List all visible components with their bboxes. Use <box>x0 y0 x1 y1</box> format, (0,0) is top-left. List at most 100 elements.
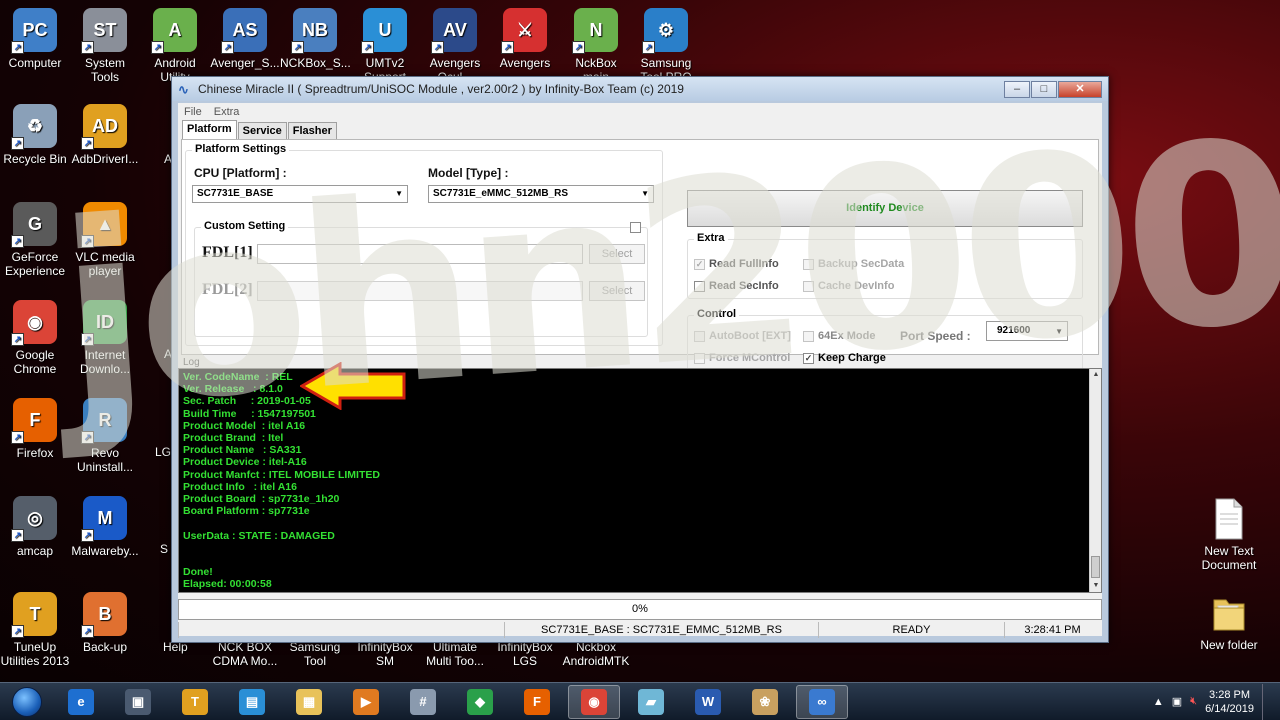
close-button[interactable]: ✕ <box>1058 80 1102 98</box>
desktop-icon-new-text-document[interactable]: New Text Document <box>1189 498 1269 572</box>
desktop-icon-label-partial[interactable]: NCK BOX CDMA Mo... <box>210 640 280 668</box>
desktop-icon-top-1[interactable]: ST ↗ System Tools <box>70 8 140 84</box>
scroll-down-icon[interactable]: ▼ <box>1090 580 1101 592</box>
menu-extra[interactable]: Extra <box>214 106 240 118</box>
taskbar-item-internet-explorer[interactable]: e <box>55 685 107 719</box>
taskbar-item-app-2[interactable]: ▣ <box>112 685 164 719</box>
taskbar-item-toolbox[interactable]: ▤ <box>226 685 278 719</box>
checkbox-icon: ✓ <box>694 258 705 270</box>
desktop-icon-top-5[interactable]: U↗UMTv2 Support <box>350 8 420 84</box>
app-icon: ♻ ↗ <box>11 104 57 150</box>
volume-mute-icon[interactable]: 🔇︎ <box>1190 695 1197 708</box>
desktop-icon-col2-4[interactable]: M ↗ Malwareby... <box>70 496 140 558</box>
tray-expand-icon[interactable]: ▲ <box>1153 696 1164 708</box>
desktop-icon-col2-1[interactable]: ▲ ↗ VLC media player <box>70 202 140 278</box>
read-secinfo-checkbox[interactable]: Read SecInfo <box>694 280 779 292</box>
desktop-icon-label-partial[interactable]: Samsung Tool <box>280 640 350 668</box>
network-icon[interactable]: ▣ <box>1172 695 1182 708</box>
desktop-icon-col1-2[interactable]: ◉ ↗ Google Chrome <box>0 300 70 376</box>
desktop-icon-col1-0[interactable]: ♻ ↗ Recycle Bin <box>0 104 70 166</box>
platform-panel: Platform Settings CPU [Platform] : SC773… <box>181 139 1099 375</box>
scroll-thumb[interactable] <box>1091 556 1100 578</box>
fdl1-input[interactable] <box>257 244 583 264</box>
taskbar-item-media[interactable]: ▶ <box>340 685 392 719</box>
shortcut-arrow-icon: ↗ <box>11 333 24 346</box>
desktop-icon-top-6[interactable]: AV↗Avengers Ocul... <box>420 8 490 84</box>
taskbar-item-word[interactable]: W <box>682 685 734 719</box>
custom-setting-checkbox[interactable] <box>630 222 645 233</box>
log-line: Board Platform : sp7731e <box>183 505 310 518</box>
shortcut-arrow-icon: ↗ <box>572 41 585 54</box>
desktop-icon-col1-5[interactable]: T ↗ TuneUp Utilities 2013 <box>0 592 70 668</box>
calculator-icon: # <box>410 688 436 715</box>
taskbar-item-firefox[interactable]: F <box>511 685 563 719</box>
backup-secdata-checkbox[interactable]: Backup SecData <box>803 258 904 270</box>
mode-64ex-label: 64Ex Mode <box>818 330 876 342</box>
desktop-icon-label: New folder <box>1200 638 1258 652</box>
desktop-icon-col1-1[interactable]: G ↗ GeForce Experience <box>0 202 70 278</box>
desktop-icon-top-2[interactable]: A↗Android Utility <box>140 8 210 84</box>
windows-logo-icon <box>12 686 42 717</box>
autoboot-checkbox[interactable]: AutoBoot [EXT] <box>694 330 791 342</box>
fdl2-label: FDL[2] <box>202 281 253 298</box>
port-speed-select[interactable]: 921600 ▼ <box>986 321 1068 341</box>
desktop-icon-top-8[interactable]: N↗NckBox main <box>561 8 631 84</box>
cache-devinfo-checkbox[interactable]: Cache DevInfo <box>803 280 894 292</box>
taskbar-item-infinity[interactable]: ∞ <box>796 684 848 719</box>
desktop-icon-new-folder[interactable]: New folder <box>1189 592 1269 652</box>
checkbox-icon <box>803 330 814 342</box>
desktop-icon-top-0[interactable]: PC ↗ Computer <box>0 8 70 70</box>
minimize-button[interactable]: – <box>1004 80 1030 98</box>
desktop-icon-label-partial[interactable]: Ultimate Multi Too... <box>420 640 490 668</box>
desktop-icon-col2-5[interactable]: B ↗ Back-up <box>70 592 140 654</box>
desktop-icon-col2-3[interactable]: R ↗ Revo Uninstall... <box>70 398 140 474</box>
tab-service[interactable]: Service <box>237 122 287 139</box>
menu-file[interactable]: File <box>184 106 202 118</box>
cpu-select[interactable]: SC7731E_BASE ▼ <box>192 185 408 203</box>
desktop-icon-col1-3[interactable]: F ↗ Firefox <box>0 398 70 460</box>
taskbar-item-paint[interactable]: ❀ <box>739 685 791 719</box>
keep-charge-checkbox[interactable]: ✓ Keep Charge <box>803 352 886 364</box>
dropdown-arrow-icon: ▼ <box>395 189 403 198</box>
log-scrollbar[interactable]: ▲ ▼ <box>1089 369 1101 592</box>
desktop-icon-label-partial[interactable]: InfinityBox LGS <box>490 640 560 668</box>
desktop-icon-label-partial[interactable]: InfinityBox SM <box>350 640 420 668</box>
desktop-icon-top-3[interactable]: AS ↗ Avenger_S... <box>210 8 280 70</box>
keep-charge-label: Keep Charge <box>818 352 886 364</box>
fdl2-select-button[interactable]: Select <box>589 281 645 301</box>
taskbar-item-notes[interactable]: ▰ <box>625 685 677 719</box>
shortcut-arrow-icon: ↗ <box>291 41 304 54</box>
taskbar-item-chrome[interactable]: ◉ <box>568 684 620 719</box>
status-platform: SC7731E_BASE : SC7731E_EMMC_512MB_RS <box>504 622 818 638</box>
fdl2-input[interactable] <box>257 281 583 301</box>
mode-64ex-checkbox[interactable]: 64Ex Mode <box>803 330 875 342</box>
internet-explorer-icon: e <box>68 688 94 715</box>
read-fullinfo-checkbox[interactable]: ✓ Read FullInfo <box>694 258 779 270</box>
desktop-icon-top-7[interactable]: ⚔ ↗ Avengers <box>490 8 560 70</box>
tab-flasher[interactable]: Flasher <box>287 122 337 139</box>
show-desktop-button[interactable] <box>1262 683 1272 720</box>
clock[interactable]: 3:28 PM 6/14/2019 <box>1205 688 1254 716</box>
model-select[interactable]: SC7731E_eMMC_512MB_RS ▼ <box>428 185 654 203</box>
taskbar-item-calculator[interactable]: # <box>397 685 449 719</box>
app-icon: ◎ ↗ <box>11 496 57 542</box>
maximize-button[interactable]: □ <box>1031 80 1057 98</box>
tab-platform[interactable]: Platform <box>182 120 237 139</box>
taskbar-item-tuneup[interactable]: T <box>169 685 221 719</box>
desktop-icon-col2-2[interactable]: ID ↗ Internet Downlo... <box>70 300 140 376</box>
desktop-icon-top-4[interactable]: NB ↗ NCKBox_S... <box>280 8 350 70</box>
desktop-icon-label-partial[interactable]: Nckbox AndroidMTK <box>561 640 631 668</box>
fdl1-select-button[interactable]: Select <box>589 244 645 264</box>
desktop-icon-col1-4[interactable]: ◎ ↗ amcap <box>0 496 70 558</box>
desktop-icon-top-9[interactable]: ⚙↗Samsung Tool PRO <box>631 8 701 84</box>
shortcut-arrow-icon: ↗ <box>11 137 24 150</box>
taskbar-item-explorer[interactable]: ▦ <box>283 685 335 719</box>
taskbar-item-network[interactable]: ◆ <box>454 685 506 719</box>
start-button[interactable] <box>4 684 50 720</box>
window-titlebar[interactable]: ∿ Chinese Miracle II ( Spreadtrum/UniSOC… <box>172 77 1108 101</box>
desktop-icon-col2-0[interactable]: AD ↗ AdbDriverI... <box>70 104 140 166</box>
identify-device-button[interactable]: Identify Device <box>687 190 1083 227</box>
force-mcontrol-checkbox[interactable]: Force MControl <box>694 352 790 364</box>
scroll-up-icon[interactable]: ▲ <box>1090 369 1101 381</box>
